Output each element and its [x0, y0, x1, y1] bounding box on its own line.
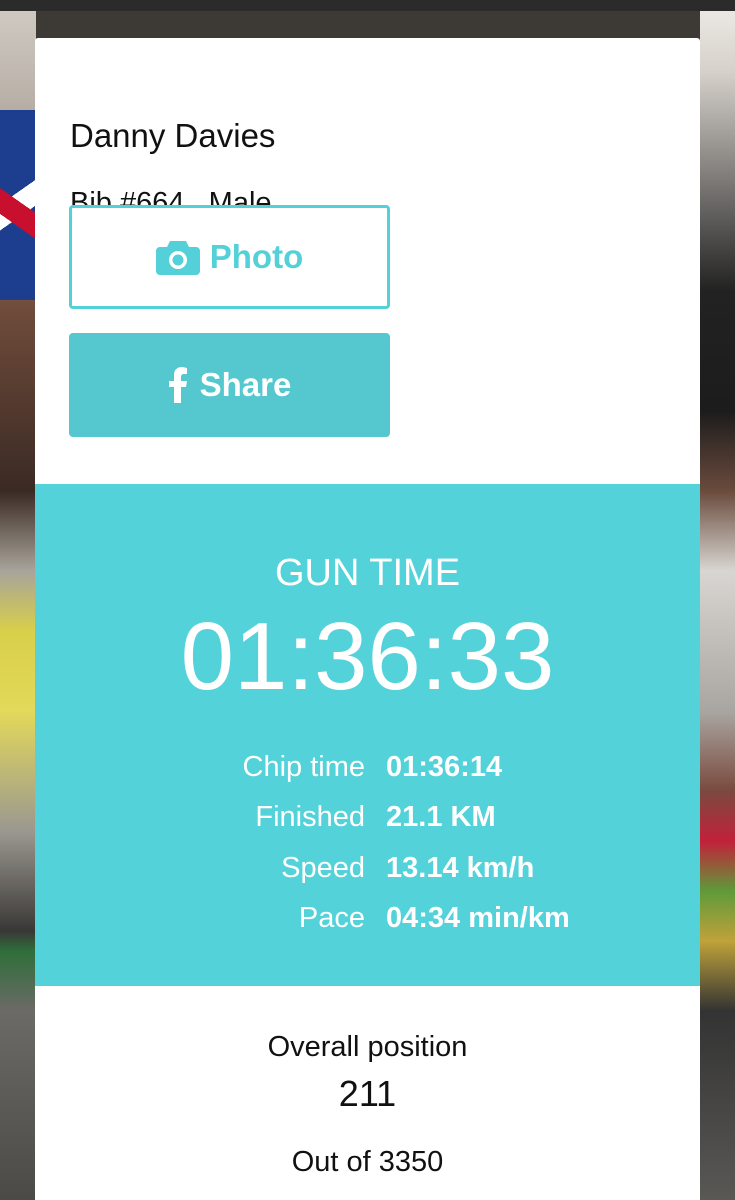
stat-label: Chip time: [242, 751, 366, 783]
share-button-label: Share: [199, 366, 292, 403]
union-flag-background: [0, 110, 36, 300]
gun-time-label: GUN TIME: [274, 552, 461, 594]
gun-time-value: 01:36:33: [180, 603, 555, 710]
facebook-icon: [168, 367, 188, 403]
photo-button[interactable]: Photo: [69, 205, 390, 309]
stat-row-chip-time: Chip time 01:36:14: [35, 742, 700, 792]
stat-value: 01:36:14: [386, 751, 503, 783]
overall-position-total: Out of 3350: [291, 1146, 444, 1178]
overall-position-value: 211: [338, 1073, 397, 1114]
stat-value: 21.1 KM: [386, 801, 496, 833]
stat-row-pace: Pace 04:34 min/km: [35, 893, 700, 943]
results-panel: GUN TIME 01:36:33 Chip time 01:36:14 Fin…: [35, 484, 700, 986]
runner-name: Danny Davies: [70, 117, 276, 154]
stat-value: 13.14 km/h: [386, 852, 535, 884]
stat-label: Finished: [255, 801, 365, 833]
camera-icon: [155, 239, 200, 275]
stat-label: Speed: [281, 852, 365, 884]
result-card: Danny Davies Bib #664 , Male Photo Share…: [35, 38, 700, 1200]
overall-position-label: Overall position: [267, 1031, 468, 1063]
browser-top-bar: [0, 0, 735, 11]
background-right-strip: [700, 11, 735, 1200]
share-button[interactable]: Share: [69, 333, 390, 437]
stat-value: 04:34 min/km: [386, 902, 570, 934]
photo-button-label: Photo: [209, 238, 304, 275]
stat-row-finished: Finished 21.1 KM: [35, 792, 700, 842]
stat-label: Pace: [298, 902, 365, 934]
stat-row-speed: Speed 13.14 km/h: [35, 843, 700, 893]
